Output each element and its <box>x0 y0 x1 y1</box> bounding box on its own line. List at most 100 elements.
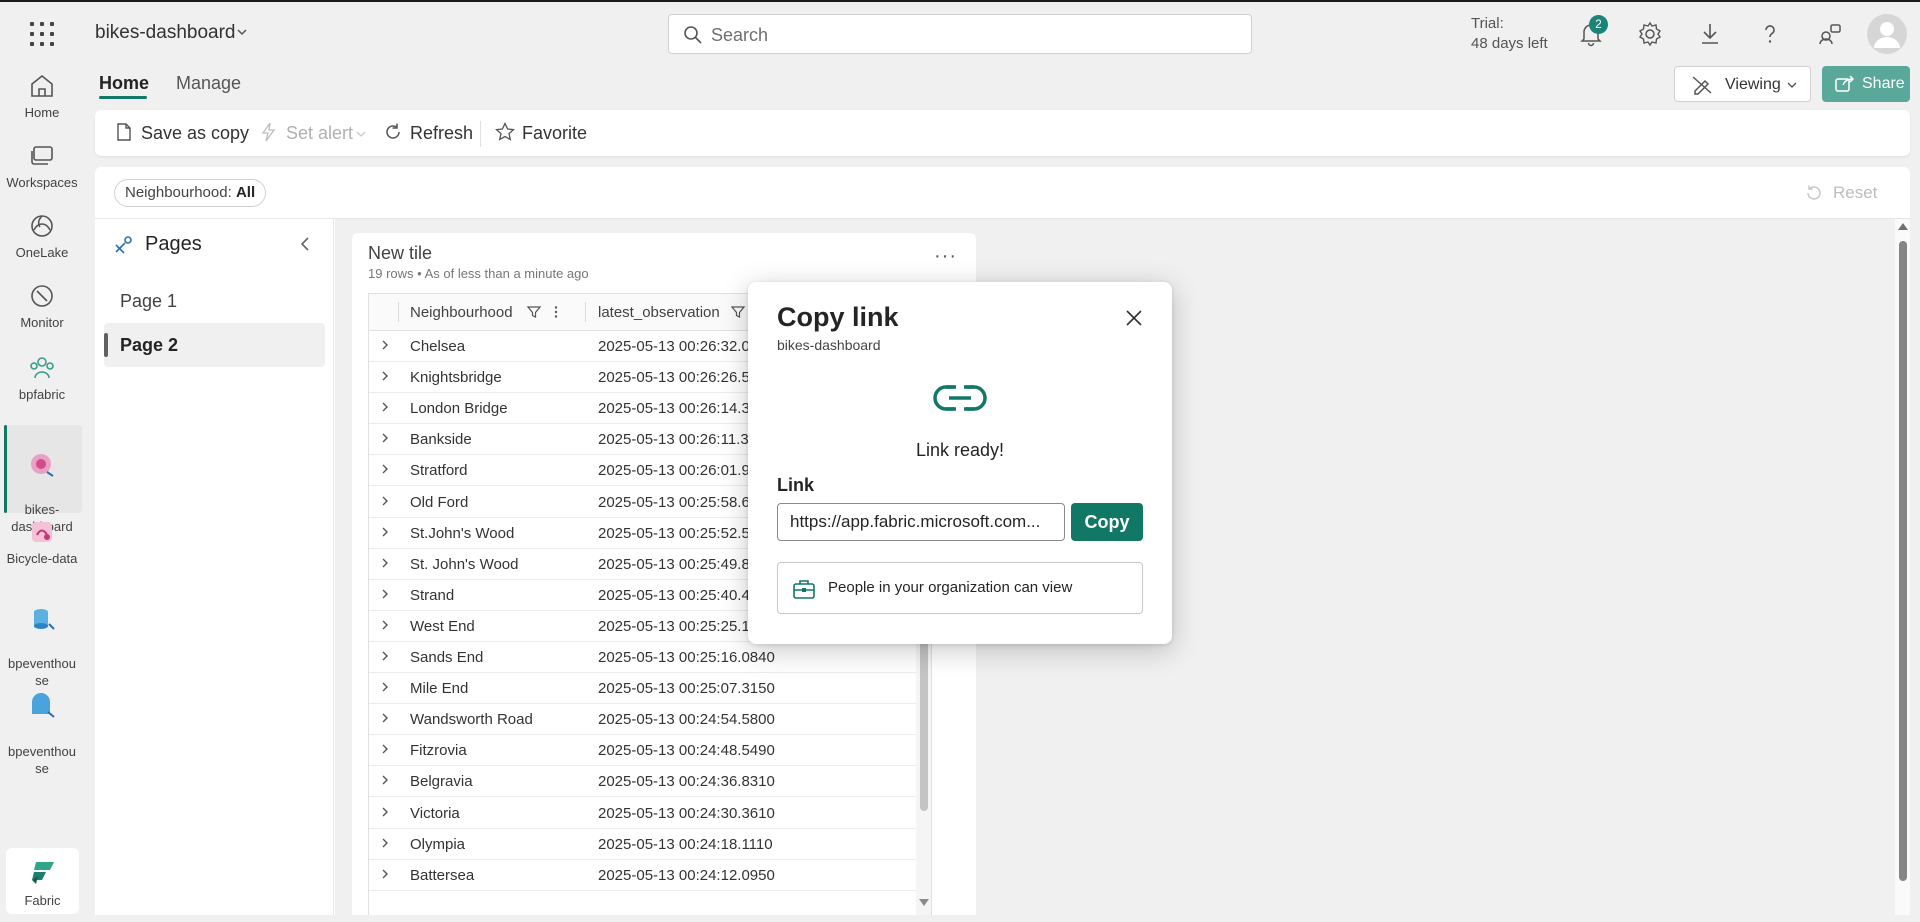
app-launcher-icon[interactable] <box>30 22 54 46</box>
column-menu-icon[interactable] <box>549 305 563 319</box>
neighbourhood-filter-pill[interactable]: Neighbourhood: All <box>114 179 267 207</box>
left-navigation-rail: Home Workspaces OneLake Monitor bpfabric… <box>0 63 84 922</box>
close-icon[interactable] <box>1124 308 1144 328</box>
rail-label: Home <box>24 105 60 120</box>
tile-title: New tile <box>368 243 433 263</box>
scroll-down-arrow[interactable] <box>919 899 929 906</box>
chevron-right-icon[interactable] <box>380 433 390 443</box>
chevron-left-icon[interactable] <box>297 235 315 253</box>
chevron-right-icon[interactable] <box>380 620 390 630</box>
chevron-right-icon[interactable] <box>380 807 390 817</box>
rail-item-onelake[interactable]: OneLake <box>0 211 84 260</box>
chevron-right-icon[interactable] <box>380 589 390 599</box>
column-divider <box>585 302 586 322</box>
viewing-label: Viewing <box>1725 76 1781 93</box>
undo-icon <box>1807 185 1821 200</box>
cell-neighbourhood: Strand <box>410 586 455 604</box>
tab-home[interactable]: Home <box>99 73 149 94</box>
copy-button[interactable]: Copy <box>1071 503 1143 541</box>
filter-bar: Neighbourhood: All Reset <box>95 167 1910 219</box>
rail-item-monitor[interactable]: Monitor <box>0 281 84 330</box>
table-row[interactable]: Wandsworth Road 2025-05-13 00:24:54.5800 <box>369 704 931 736</box>
table-row[interactable]: Battersea 2025-05-13 00:24:12.0950 <box>369 860 931 891</box>
table-row[interactable]: Belgravia 2025-05-13 00:24:36.8310 <box>369 766 931 798</box>
set-alert-button[interactable]: Set alert <box>259 122 369 146</box>
filter-value: All <box>235 184 256 201</box>
viewing-mode-dropdown[interactable]: Viewing <box>1674 66 1811 102</box>
chevron-right-icon[interactable] <box>380 464 390 474</box>
cell-neighbourhood: St.John's Wood <box>410 524 515 542</box>
link-url-field[interactable] <box>777 503 1065 541</box>
favorite-button[interactable]: Favorite <box>495 122 595 146</box>
tile-more-options-icon[interactable]: ··· <box>934 245 957 268</box>
refresh-button[interactable]: Refresh <box>383 122 473 146</box>
gear-icon[interactable] <box>1637 21 1663 47</box>
chevron-right-icon[interactable] <box>380 527 390 537</box>
dashboard-icon <box>31 454 54 477</box>
rail-item-workspaces[interactable]: Workspaces <box>0 141 84 190</box>
cell-latest-observation: 2025-05-13 00:25:25.1 <box>598 617 750 635</box>
link-permission-setting[interactable]: People in your organization can view <box>777 562 1143 614</box>
help-icon[interactable] <box>1757 21 1783 47</box>
workspace-people-icon <box>30 357 54 379</box>
page-item-2[interactable]: Page 2 <box>104 323 325 367</box>
cell-latest-observation: 2025-05-13 00:24:30.3610 <box>598 804 775 822</box>
edit-off-icon <box>1692 76 1712 95</box>
cell-latest-observation: 2025-05-13 00:26:11.3 <box>598 431 749 449</box>
tab-manage[interactable]: Manage <box>176 73 241 94</box>
cell-neighbourhood: Bankside <box>410 431 472 449</box>
save-as-copy-button[interactable]: Save as copy <box>114 122 249 146</box>
chevron-right-icon[interactable] <box>380 838 390 848</box>
chevron-right-icon[interactable] <box>380 496 390 506</box>
cell-neighbourhood: West End <box>410 617 475 635</box>
rail-item-bicycle-data[interactable]: Bicycle-data <box>0 517 84 566</box>
pages-icon <box>115 236 132 254</box>
chevron-right-icon[interactable] <box>380 744 390 754</box>
notification-badge: 2 <box>1589 15 1608 34</box>
column-header-neighbourhood[interactable]: Neighbourhood <box>410 304 513 321</box>
chevron-right-icon[interactable] <box>380 651 390 661</box>
rail-item-bpeventhouse[interactable]: bpeventhou se <box>0 587 84 689</box>
cell-latest-observation: 2025-05-13 00:25:40.4 <box>598 586 750 604</box>
rail-item-home[interactable]: Home <box>0 71 84 120</box>
rail-item-bpfabric[interactable]: bpfabric <box>0 353 84 402</box>
chevron-right-icon[interactable] <box>380 869 390 879</box>
chevron-right-icon[interactable] <box>380 340 390 350</box>
table-row[interactable]: Fitzrovia 2025-05-13 00:24:48.5490 <box>369 735 931 767</box>
download-icon[interactable] <box>1697 21 1723 47</box>
trial-status[interactable]: Trial: 48 days left <box>1471 14 1548 54</box>
table-row[interactable]: Sands End 2025-05-13 00:25:16.0840 <box>369 642 931 673</box>
table-row[interactable]: Mile End 2025-05-13 00:25:07.3150 <box>369 673 931 705</box>
cell-latest-observation: 2025-05-13 00:25:07.3150 <box>598 680 775 698</box>
page-scroll-thumb[interactable] <box>1899 241 1907 881</box>
rail-item-bpeventhouse-kql[interactable]: bpeventhou se <box>0 675 84 777</box>
cell-latest-observation: 2025-05-13 00:24:54.5800 <box>598 711 775 729</box>
cell-neighbourhood: Wandsworth Road <box>410 711 533 729</box>
chevron-right-icon[interactable] <box>380 775 390 785</box>
ribbon-toolbar: Save as copy Set alert Refresh Favorite <box>95 110 1910 156</box>
chevron-down-icon[interactable] <box>236 26 248 38</box>
cell-neighbourhood: Battersea <box>410 866 475 884</box>
chevron-right-icon[interactable] <box>380 402 390 412</box>
share-button[interactable]: Share <box>1822 66 1910 102</box>
column-header-latest-observation[interactable]: latest_observation <box>598 304 720 321</box>
chevron-right-icon[interactable] <box>380 558 390 568</box>
chevron-right-icon[interactable] <box>380 682 390 692</box>
scroll-up-arrow[interactable] <box>1898 223 1908 230</box>
avatar[interactable] <box>1867 14 1907 54</box>
search-box[interactable]: Search <box>668 14 1252 54</box>
filter-icon[interactable] <box>527 305 541 319</box>
cell-neighbourhood: Victoria <box>410 804 460 822</box>
cell-latest-observation: 2025-05-13 00:24:18.1110 <box>598 835 773 853</box>
page-scrollbar[interactable] <box>1895 219 1910 915</box>
chevron-right-icon[interactable] <box>380 713 390 723</box>
page-item-1[interactable]: Page 1 <box>104 279 325 323</box>
fabric-home-button[interactable]: Fabric <box>6 848 79 914</box>
chevron-right-icon[interactable] <box>380 371 390 381</box>
filter-icon[interactable] <box>731 305 745 319</box>
table-row[interactable]: Olympia 2025-05-13 00:24:18.1110 <box>369 829 931 860</box>
workspace-name[interactable]: bikes-dashboard <box>95 22 235 44</box>
table-row[interactable]: Victoria 2025-05-13 00:24:30.3610 <box>369 798 931 829</box>
feedback-icon[interactable] <box>1817 21 1843 47</box>
tile-subtitle: 19 rows • As of less than a minute ago <box>368 266 589 281</box>
